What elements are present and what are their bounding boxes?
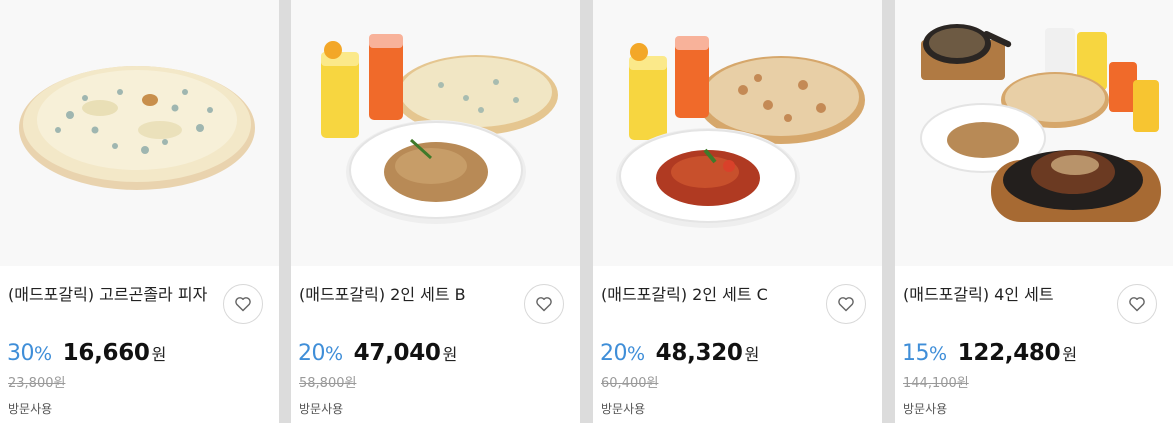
product-info: (매드포갈릭) 2인 세트 B 20% 47,040 원 58,800원 방문사용: [291, 266, 580, 423]
original-price: 58,800원: [299, 376, 357, 391]
product-card[interactable]: (매드포갈릭) 2인 세트 B 20% 47,040 원 58,800원 방문사용: [291, 0, 580, 423]
product-image-gorgonzola-pizza[interactable]: [0, 0, 279, 266]
usage-tag: 방문사용: [601, 402, 646, 416]
sale-price: 48,320: [655, 340, 743, 366]
heart-outline-icon: [235, 297, 251, 312]
heart-outline-icon: [536, 297, 552, 312]
wishlist-button[interactable]: [524, 284, 564, 324]
sale-price: 16,660: [62, 340, 150, 366]
product-card[interactable]: (매드포갈릭) 고르곤졸라 피자 30% 16,660 원 23,800원 방문사…: [0, 0, 279, 423]
usage-tag: 방문사용: [903, 402, 948, 416]
wishlist-button[interactable]: [223, 284, 263, 324]
original-price: 144,100원: [903, 376, 969, 391]
discount-rate: 20%: [600, 341, 645, 366]
discount-rate: 20%: [298, 341, 343, 366]
discount-rate: 15%: [902, 341, 947, 366]
original-price: 23,800원: [8, 376, 66, 391]
product-image-set-b[interactable]: [291, 0, 580, 266]
price-row: 20% 48,320 원: [600, 340, 759, 370]
product-card[interactable]: (매드포갈릭) 2인 세트 C 20% 48,320 원 60,400원 방문사용: [593, 0, 882, 423]
wishlist-button[interactable]: [1117, 284, 1157, 324]
product-image-set-4[interactable]: [895, 0, 1173, 266]
usage-tag: 방문사용: [8, 402, 53, 416]
price-row: 15% 122,480 원: [902, 340, 1077, 370]
heart-outline-icon: [1129, 297, 1145, 312]
sale-price: 47,040: [353, 340, 441, 366]
product-title[interactable]: (매드포갈릭) 4인 세트: [903, 283, 1108, 306]
product-grid: (매드포갈릭) 고르곤졸라 피자 30% 16,660 원 23,800원 방문사…: [0, 0, 1173, 423]
product-title[interactable]: (매드포갈릭) 2인 세트 C: [601, 283, 806, 306]
currency-unit: 원: [151, 345, 167, 364]
product-image-set-c[interactable]: [593, 0, 882, 266]
product-title[interactable]: (매드포갈릭) 고르곤졸라 피자: [8, 283, 213, 306]
product-card[interactable]: (매드포갈릭) 4인 세트 15% 122,480 원 144,100원 방문사용: [895, 0, 1173, 423]
product-title[interactable]: (매드포갈릭) 2인 세트 B: [299, 283, 504, 306]
original-price: 60,400원: [601, 376, 659, 391]
usage-tag: 방문사용: [299, 402, 344, 416]
price-row: 30% 16,660 원: [7, 340, 166, 370]
currency-unit: 원: [1062, 345, 1078, 364]
product-info: (매드포갈릭) 4인 세트 15% 122,480 원 144,100원 방문사용: [895, 266, 1173, 423]
sale-price: 122,480: [957, 340, 1061, 366]
currency-unit: 원: [442, 345, 458, 364]
currency-unit: 원: [744, 345, 760, 364]
price-row: 20% 47,040 원: [298, 340, 457, 370]
wishlist-button[interactable]: [826, 284, 866, 324]
discount-rate: 30%: [7, 341, 52, 366]
product-info: (매드포갈릭) 2인 세트 C 20% 48,320 원 60,400원 방문사용: [593, 266, 882, 423]
heart-outline-icon: [838, 297, 854, 312]
product-info: (매드포갈릭) 고르곤졸라 피자 30% 16,660 원 23,800원 방문사…: [0, 266, 279, 423]
